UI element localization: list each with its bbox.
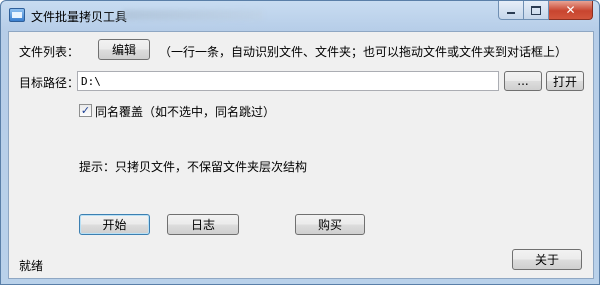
app-window: 文件批量拷贝工具 ✕ 文件列表： 编辑 （一行一条，自动识别文件、文件夹；也可以…	[0, 0, 600, 285]
client-area: 文件列表： 编辑 （一行一条，自动识别文件、文件夹；也可以拖动文件或文件夹到对话…	[8, 31, 594, 279]
file-list-hint: （一行一条，自动识别文件、文件夹；也可以拖动文件或文件夹到对话框上）	[159, 45, 568, 59]
minimize-button[interactable]	[498, 1, 524, 20]
close-icon: ✕	[565, 3, 576, 17]
about-button[interactable]: 关于	[512, 249, 582, 270]
overwrite-checkbox[interactable]: ✓	[79, 104, 92, 117]
target-path-label: 目标路径：	[19, 76, 80, 90]
buy-button[interactable]: 购买	[295, 214, 365, 235]
close-button[interactable]: ✕	[549, 1, 593, 20]
status-text: 就绪	[19, 259, 44, 273]
minimize-icon	[507, 12, 515, 14]
browse-button[interactable]: ...	[504, 71, 542, 91]
maximize-icon	[531, 5, 541, 15]
caption-buttons: ✕	[498, 1, 593, 21]
title-blurred-text	[123, 10, 263, 20]
start-button[interactable]: 开始	[79, 214, 150, 235]
overwrite-label[interactable]: 同名覆盖（如不选中，同名跳过）	[95, 103, 275, 120]
target-path-input[interactable]	[77, 71, 499, 91]
maximize-button[interactable]	[524, 1, 549, 20]
open-button[interactable]: 打开	[546, 71, 584, 91]
window-title: 文件批量拷贝工具	[31, 10, 128, 24]
edit-button[interactable]: 编辑	[98, 39, 150, 60]
log-button[interactable]: 日志	[167, 214, 239, 235]
tip-text: 提示：只拷贝文件，不保留文件夹层次结构	[79, 160, 308, 174]
file-list-label: 文件列表：	[19, 45, 80, 59]
app-window-icon	[9, 8, 25, 22]
title-bar[interactable]: 文件批量拷贝工具 ✕	[1, 1, 599, 31]
